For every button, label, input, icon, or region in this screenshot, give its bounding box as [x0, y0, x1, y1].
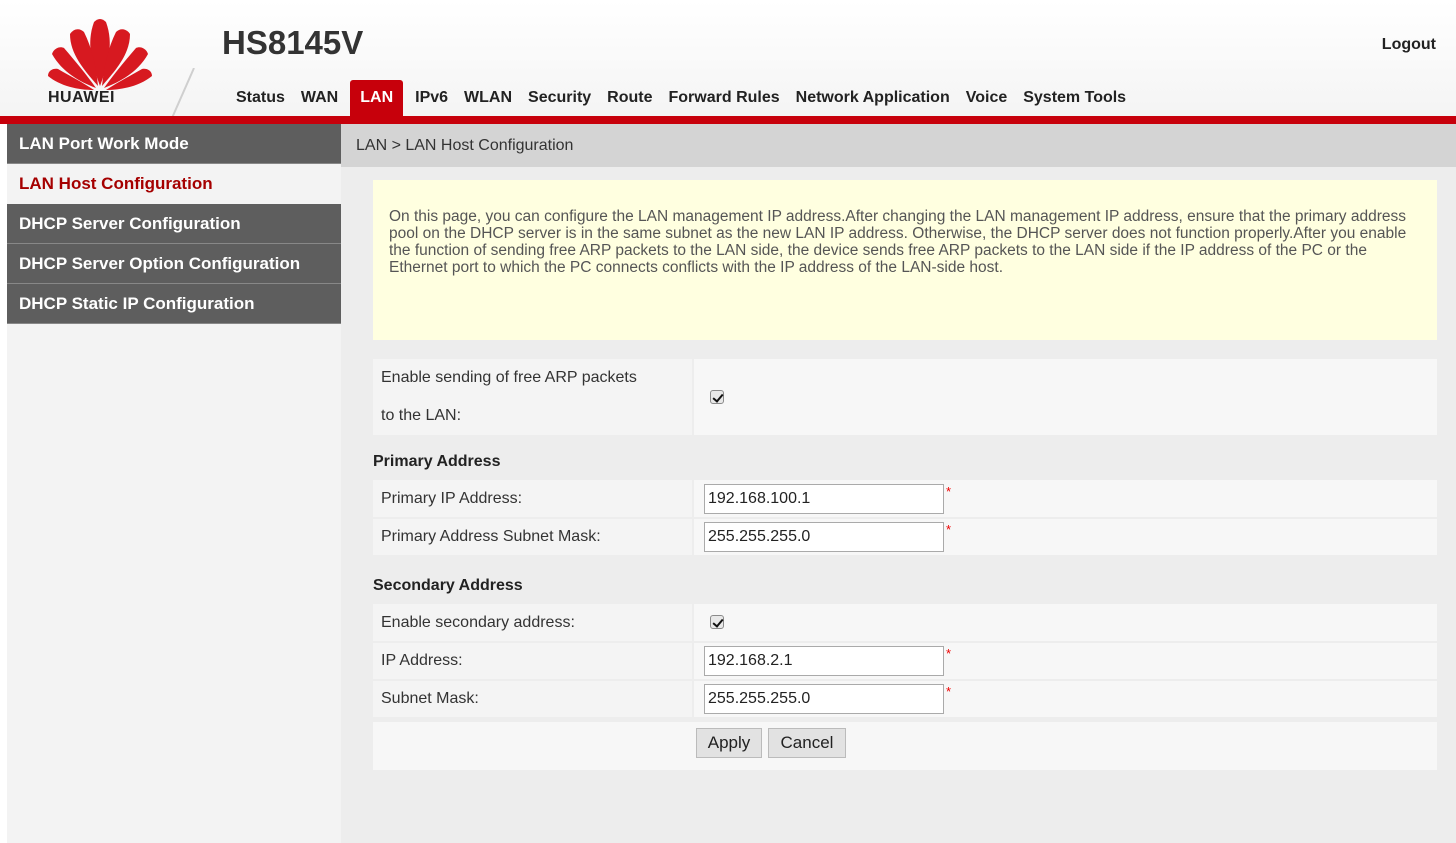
- table-row: Primary IP Address: *: [373, 480, 1437, 519]
- logout-link[interactable]: Logout: [1382, 36, 1436, 54]
- sidebar-item-dhcp-server-option-configuration[interactable]: DHCP Server Option Configuration: [7, 244, 341, 284]
- nav-tab-voice[interactable]: Voice: [958, 80, 1016, 116]
- table-row: IP Address: *: [373, 642, 1437, 681]
- required-mark: *: [946, 646, 952, 661]
- breadcrumb: LAN > LAN Host Configuration: [341, 124, 1456, 167]
- free-arp-label-line2: to the LAN:: [381, 407, 462, 424]
- primary-mask-label: Primary Address Subnet Mask:: [373, 518, 694, 557]
- primary-address-table: Primary IP Address: * Primary Address Su…: [373, 480, 1437, 557]
- nav-tab-ipv6[interactable]: IPv6: [407, 80, 456, 116]
- nav-tab-lan[interactable]: LAN: [350, 80, 404, 116]
- nav-tab-security[interactable]: Security: [520, 80, 599, 116]
- primary-ip-input[interactable]: [704, 483, 944, 514]
- sidebar-item-lan-host-configuration[interactable]: LAN Host Configuration: [7, 164, 341, 204]
- table-row: Primary Address Subnet Mask: *: [373, 518, 1437, 557]
- secondary-mask-input[interactable]: [704, 684, 944, 714]
- sidebar-item-dhcp-static-ip-configuration[interactable]: DHCP Static IP Configuration: [7, 284, 341, 324]
- required-mark: *: [946, 522, 952, 537]
- primary-ip-label: Primary IP Address:: [373, 480, 694, 519]
- nav-tab-wan[interactable]: WAN: [293, 80, 346, 116]
- nav-tab-system-tools[interactable]: System Tools: [1015, 80, 1134, 116]
- secondary-address-table: Enable secondary address: IP Address: * …: [373, 604, 1437, 719]
- free-arp-label-line1: Enable sending of free ARP packets: [381, 369, 637, 386]
- main-content: LAN > LAN Host Configuration On this pag…: [341, 124, 1456, 843]
- primary-address-title: Primary Address: [373, 453, 501, 470]
- nav-tab-network-application[interactable]: Network Application: [788, 80, 958, 116]
- logo-text: HUAWEI: [48, 89, 115, 106]
- help-text: On this page, you can configure the LAN …: [373, 180, 1437, 340]
- secondary-address-title: Secondary Address: [373, 577, 523, 594]
- primary-mask-input[interactable]: [704, 522, 944, 552]
- sidebar-item-lan-port-work-mode[interactable]: LAN Port Work Mode: [7, 124, 341, 164]
- free-arp-table: Enable sending of free ARP packets to th…: [373, 359, 1437, 437]
- sidebar: LAN Port Work Mode LAN Host Configuratio…: [7, 124, 341, 843]
- secondary-mask-label: Subnet Mask:: [373, 680, 694, 719]
- free-arp-checkbox[interactable]: [710, 389, 724, 404]
- apply-button[interactable]: Apply: [696, 728, 762, 758]
- sidebar-item-dhcp-server-configuration[interactable]: DHCP Server Configuration: [7, 204, 341, 244]
- secondary-ip-input[interactable]: [704, 646, 944, 676]
- header-bar: HUAWEI HS8145V Logout Status WAN LAN IPv…: [0, 0, 1456, 118]
- button-row: Apply Cancel: [373, 722, 1437, 770]
- secondary-ip-label: IP Address:: [373, 642, 694, 681]
- free-arp-label: Enable sending of free ARP packets to th…: [373, 359, 694, 437]
- required-mark: *: [946, 483, 952, 499]
- product-title: HS8145V: [222, 24, 364, 61]
- required-mark: *: [946, 684, 952, 699]
- nav-tab-wlan[interactable]: WLAN: [456, 80, 520, 116]
- cancel-button[interactable]: Cancel: [768, 728, 846, 758]
- nav-tab-status[interactable]: Status: [228, 80, 293, 116]
- main-nav: Status WAN LAN IPv6 WLAN Security Route …: [228, 80, 1134, 116]
- table-row: Subnet Mask: *: [373, 680, 1437, 719]
- secondary-enable-label: Enable secondary address:: [373, 604, 694, 643]
- secondary-enable-checkbox[interactable]: [710, 615, 724, 630]
- logo-divider: [171, 68, 195, 118]
- table-row: Enable secondary address:: [373, 604, 1437, 643]
- nav-tab-forward-rules[interactable]: Forward Rules: [661, 80, 788, 116]
- nav-tab-route[interactable]: Route: [599, 80, 660, 116]
- nav-accent-bar: [0, 116, 1456, 124]
